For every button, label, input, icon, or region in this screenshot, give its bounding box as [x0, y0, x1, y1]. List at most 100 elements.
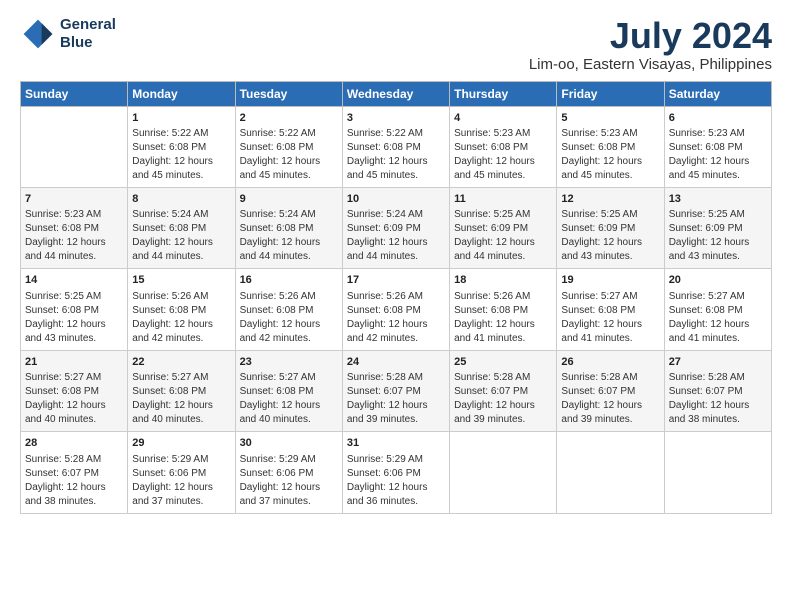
cell-info-line: and 43 minutes.: [25, 332, 123, 346]
calendar-cell: 8Sunrise: 5:24 AMSunset: 6:08 PMDaylight…: [128, 187, 235, 268]
day-number: 7: [25, 192, 123, 207]
calendar-cell: 12Sunrise: 5:25 AMSunset: 6:09 PMDayligh…: [557, 187, 664, 268]
day-number: 4: [454, 111, 552, 126]
cell-info-line: Sunset: 6:09 PM: [669, 222, 767, 236]
cell-info-line: Sunset: 6:08 PM: [240, 141, 338, 155]
calendar-cell: 24Sunrise: 5:28 AMSunset: 6:07 PMDayligh…: [342, 350, 449, 431]
cell-info-line: and 39 minutes.: [454, 413, 552, 427]
cell-info-line: Sunrise: 5:29 AM: [240, 453, 338, 467]
cell-info-line: Daylight: 12 hours: [561, 155, 659, 169]
calendar-cell: 26Sunrise: 5:28 AMSunset: 6:07 PMDayligh…: [557, 350, 664, 431]
calendar-cell: 2Sunrise: 5:22 AMSunset: 6:08 PMDaylight…: [235, 106, 342, 187]
cell-info-line: Daylight: 12 hours: [347, 318, 445, 332]
day-number: 31: [347, 436, 445, 451]
calendar-cell: 7Sunrise: 5:23 AMSunset: 6:08 PMDaylight…: [21, 187, 128, 268]
calendar-cell: 15Sunrise: 5:26 AMSunset: 6:08 PMDayligh…: [128, 269, 235, 350]
day-number: 9: [240, 192, 338, 207]
cell-info-line: Sunrise: 5:27 AM: [669, 290, 767, 304]
cell-info-line: Sunset: 6:06 PM: [132, 467, 230, 481]
cell-info-line: and 41 minutes.: [454, 332, 552, 346]
cell-info-line: Sunrise: 5:25 AM: [454, 208, 552, 222]
day-number: 3: [347, 111, 445, 126]
cell-info-line: Sunset: 6:08 PM: [561, 141, 659, 155]
cell-info-line: Daylight: 12 hours: [454, 399, 552, 413]
cell-info-line: Sunset: 6:08 PM: [347, 304, 445, 318]
cell-info-line: and 38 minutes.: [25, 495, 123, 509]
cell-info-line: and 39 minutes.: [561, 413, 659, 427]
cell-info-line: Sunset: 6:08 PM: [561, 304, 659, 318]
cell-info-line: Sunrise: 5:29 AM: [132, 453, 230, 467]
cell-info-line: Daylight: 12 hours: [669, 236, 767, 250]
day-number: 28: [25, 436, 123, 451]
cell-info-line: Daylight: 12 hours: [561, 236, 659, 250]
logo: General Blue: [20, 16, 116, 52]
week-row-5: 28Sunrise: 5:28 AMSunset: 6:07 PMDayligh…: [21, 432, 772, 513]
cell-info-line: Sunrise: 5:26 AM: [454, 290, 552, 304]
day-number: 21: [25, 355, 123, 370]
day-number: 15: [132, 273, 230, 288]
day-number: 20: [669, 273, 767, 288]
cell-info-line: Sunrise: 5:24 AM: [132, 208, 230, 222]
cell-info-line: Daylight: 12 hours: [347, 155, 445, 169]
cell-info-line: Sunset: 6:08 PM: [240, 222, 338, 236]
cell-info-line: Sunrise: 5:28 AM: [561, 371, 659, 385]
cell-info-line: Sunrise: 5:28 AM: [454, 371, 552, 385]
cell-info-line: and 45 minutes.: [669, 169, 767, 183]
cell-info-line: and 37 minutes.: [240, 495, 338, 509]
cell-info-line: Sunset: 6:09 PM: [454, 222, 552, 236]
day-number: 5: [561, 111, 659, 126]
cell-info-line: Daylight: 12 hours: [561, 399, 659, 413]
cell-info-line: and 41 minutes.: [669, 332, 767, 346]
day-number: 1: [132, 111, 230, 126]
cell-info-line: Sunset: 6:08 PM: [25, 304, 123, 318]
cell-info-line: Daylight: 12 hours: [240, 481, 338, 495]
cell-info-line: and 41 minutes.: [561, 332, 659, 346]
calendar-cell: 6Sunrise: 5:23 AMSunset: 6:08 PMDaylight…: [664, 106, 771, 187]
cell-info-line: Daylight: 12 hours: [454, 236, 552, 250]
cell-info-line: and 44 minutes.: [132, 250, 230, 264]
cell-info-line: Daylight: 12 hours: [454, 155, 552, 169]
main-title: July 2024: [529, 16, 772, 56]
cell-info-line: Sunrise: 5:23 AM: [561, 127, 659, 141]
day-number: 26: [561, 355, 659, 370]
cell-info-line: and 45 minutes.: [561, 169, 659, 183]
cell-info-line: Daylight: 12 hours: [669, 155, 767, 169]
calendar-cell: 4Sunrise: 5:23 AMSunset: 6:08 PMDaylight…: [450, 106, 557, 187]
col-sunday: Sunday: [21, 81, 128, 106]
cell-info-line: Sunrise: 5:28 AM: [669, 371, 767, 385]
cell-info-line: and 44 minutes.: [25, 250, 123, 264]
cell-info-line: Sunrise: 5:22 AM: [240, 127, 338, 141]
cell-info-line: and 43 minutes.: [561, 250, 659, 264]
cell-info-line: and 36 minutes.: [347, 495, 445, 509]
cell-info-line: Daylight: 12 hours: [132, 399, 230, 413]
header: General Blue July 2024 Lim-oo, Eastern V…: [20, 16, 772, 73]
cell-info-line: and 37 minutes.: [132, 495, 230, 509]
cell-info-line: Sunset: 6:08 PM: [347, 141, 445, 155]
cell-info-line: Sunrise: 5:23 AM: [454, 127, 552, 141]
logo-icon: [20, 16, 56, 52]
cell-info-line: Daylight: 12 hours: [454, 318, 552, 332]
week-row-3: 14Sunrise: 5:25 AMSunset: 6:08 PMDayligh…: [21, 269, 772, 350]
cell-info-line: Sunrise: 5:28 AM: [347, 371, 445, 385]
calendar-cell: 16Sunrise: 5:26 AMSunset: 6:08 PMDayligh…: [235, 269, 342, 350]
calendar-cell: 19Sunrise: 5:27 AMSunset: 6:08 PMDayligh…: [557, 269, 664, 350]
calendar-cell: 17Sunrise: 5:26 AMSunset: 6:08 PMDayligh…: [342, 269, 449, 350]
cell-info-line: Sunset: 6:08 PM: [454, 304, 552, 318]
calendar-table: Sunday Monday Tuesday Wednesday Thursday…: [20, 81, 772, 514]
cell-info-line: Daylight: 12 hours: [132, 236, 230, 250]
calendar-cell: 9Sunrise: 5:24 AMSunset: 6:08 PMDaylight…: [235, 187, 342, 268]
cell-info-line: Daylight: 12 hours: [561, 318, 659, 332]
day-number: 17: [347, 273, 445, 288]
calendar-cell: 29Sunrise: 5:29 AMSunset: 6:06 PMDayligh…: [128, 432, 235, 513]
cell-info-line: Daylight: 12 hours: [240, 318, 338, 332]
cell-info-line: and 42 minutes.: [240, 332, 338, 346]
cell-info-line: and 45 minutes.: [132, 169, 230, 183]
day-number: 22: [132, 355, 230, 370]
cell-info-line: Sunrise: 5:22 AM: [132, 127, 230, 141]
cell-info-line: Sunset: 6:08 PM: [132, 222, 230, 236]
cell-info-line: and 44 minutes.: [240, 250, 338, 264]
cell-info-line: and 44 minutes.: [454, 250, 552, 264]
day-number: 25: [454, 355, 552, 370]
cell-info-line: Daylight: 12 hours: [132, 481, 230, 495]
cell-info-line: and 42 minutes.: [347, 332, 445, 346]
